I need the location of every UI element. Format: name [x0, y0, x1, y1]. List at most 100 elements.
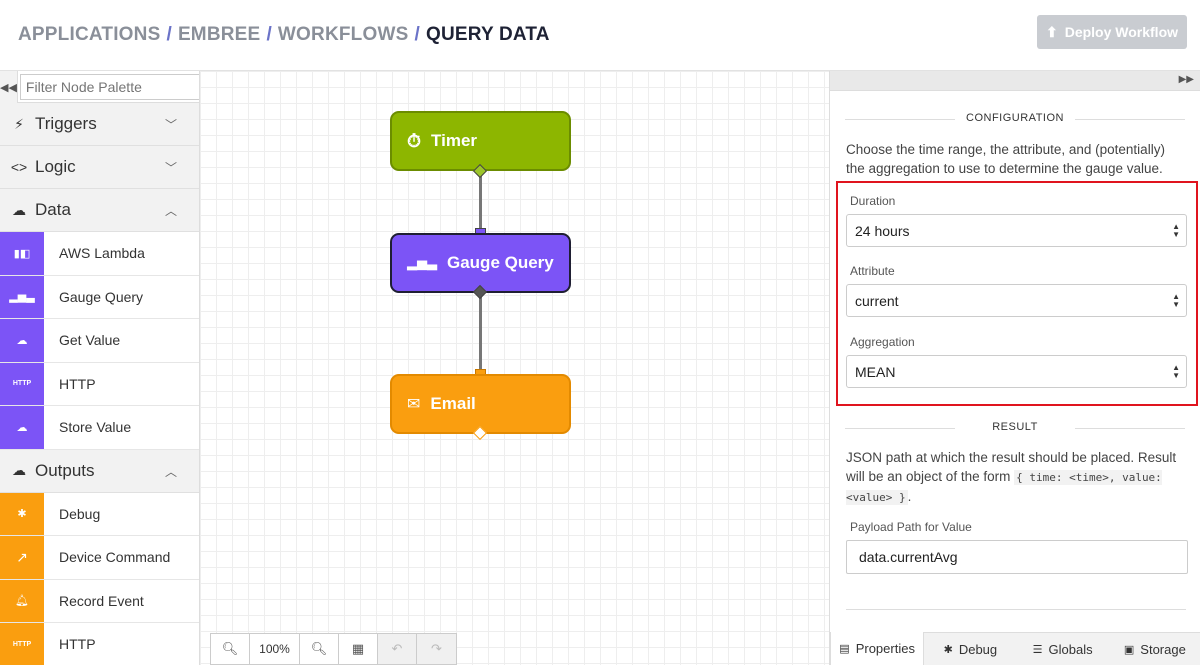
breadcrumb-workflows[interactable]: WORKFLOWS	[278, 24, 409, 46]
palette-item-http[interactable]: HTTP HTTP	[0, 362, 199, 406]
panel-tabs: ▤ Properties ✱ Debug ☰ Globals ▣ Storage	[830, 632, 1200, 665]
redo-icon[interactable]: ↷	[417, 634, 456, 664]
stopwatch-icon: ⏱︎	[407, 130, 422, 151]
palette-item-label: AWS Lambda	[59, 245, 145, 262]
palette-item-device-command[interactable]: ↗ Device Command	[0, 536, 199, 580]
breadcrumb: APPLICATIONS / EMBREE / WORKFLOWS / QUER…	[18, 24, 550, 46]
chevron-up-icon: ︿	[164, 204, 177, 218]
deploy-workflow-button[interactable]: ⬆ Deploy Workflow	[1037, 15, 1187, 49]
duration-select-value: 24 hours	[855, 222, 910, 239]
storage-icon: ▣	[1123, 643, 1135, 656]
filter-node-palette-input[interactable]	[19, 74, 199, 100]
palette-item-gauge-query[interactable]: ▂▅▃ Gauge Query	[0, 275, 199, 319]
tab-label: Debug	[958, 641, 998, 657]
workflow-node-label: Gauge Query	[447, 253, 554, 272]
select-arrows-icon: ▲ ▼	[1172, 363, 1180, 380]
duration-label: Duration	[850, 194, 896, 208]
category-outputs-label: Outputs	[35, 460, 95, 480]
payload-path-value: data.currentAvg	[859, 549, 958, 565]
chevron-down-icon: ﹀	[164, 161, 177, 175]
bell-icon: 🔔︎	[0, 579, 44, 622]
connector-gauge-email	[479, 293, 482, 376]
panel-header: ▶▶	[830, 71, 1200, 91]
chevron-down-icon: ﹀	[164, 118, 177, 132]
palette-item-record-event[interactable]: 🔔︎ Record Event	[0, 579, 199, 623]
workflow-canvas[interactable]: ⏱︎ Timer ▂▅▃ Gauge Query ✉ Email 🔍︎ 100%…	[200, 71, 829, 665]
connector-timer-gauge	[479, 171, 482, 235]
tab-globals[interactable]: ☰ Globals	[1017, 633, 1109, 665]
zoom-toolbar: 🔍︎ 100% 🔍︎ ▦ ↶ ↷	[210, 633, 457, 665]
palette-item-label: Record Event	[59, 592, 144, 609]
palette-item-label: Get Value	[59, 332, 121, 349]
bar-chart-icon: ▂▅▃	[0, 275, 44, 318]
payload-path-input[interactable]: data.currentAvg	[846, 540, 1188, 574]
palette-item-get-value[interactable]: ☁ Get Value	[0, 319, 199, 363]
document-icon: ▤	[839, 643, 850, 655]
duration-select[interactable]: 24 hours ▲ ▼	[846, 214, 1187, 247]
attribute-select[interactable]: current ▲ ▼	[846, 284, 1187, 317]
properties-panel: ▶▶ CONFIGURATION Choose the time range, …	[829, 71, 1200, 665]
category-data[interactable]: ☁ Data ︿	[0, 189, 199, 232]
palette-item-debug[interactable]: ✱ Debug	[0, 492, 199, 536]
workflow-node-timer[interactable]: ⏱︎ Timer	[390, 111, 571, 171]
payload-path-label: Payload Path for Value	[850, 520, 972, 534]
workflow-node-label: Timer	[431, 131, 478, 150]
select-arrows-icon: ▲ ▼	[1172, 292, 1180, 309]
zoom-in-icon[interactable]: 🔍︎	[300, 634, 339, 664]
tab-label: Storage	[1140, 641, 1186, 657]
collapse-panel-icon[interactable]: ▶▶	[1179, 74, 1194, 85]
breadcrumb-separator: /	[166, 24, 172, 45]
workflow-node-label: Email	[430, 394, 476, 413]
bar-chart-icon: ▂▅▃	[407, 255, 437, 270]
configuration-description: Choose the time range, the attribute, an…	[846, 142, 1165, 176]
http-icon: HTTP	[0, 623, 44, 665]
top-bar: APPLICATIONS / EMBREE / WORKFLOWS / QUER…	[0, 0, 1200, 71]
arrow-up-right-icon: ↗	[0, 536, 44, 579]
code-icon: <>	[10, 159, 28, 175]
node-palette: ◀◀ ⚡ Triggers ﹀ <> Logic ﹀ ☁ Data ︿ ▮◧ A…	[0, 71, 200, 665]
chevron-up-icon: ︿	[164, 464, 177, 479]
upload-icon: ⬆	[1045, 23, 1058, 40]
category-triggers[interactable]: ⚡ Triggers ﹀	[0, 103, 199, 146]
category-logic[interactable]: <> Logic ﹀	[0, 146, 199, 189]
collapse-palette-icon[interactable]: ◀◀	[0, 71, 18, 103]
page-title: QUERY DATA	[425, 24, 550, 45]
palette-item-aws-lambda[interactable]: ▮◧ AWS Lambda	[0, 232, 199, 276]
attribute-label: Attribute	[850, 264, 895, 278]
palette-item-label: HTTP	[59, 636, 96, 653]
breadcrumb-separator: /	[266, 24, 272, 45]
breadcrumb-embree[interactable]: EMBREE	[178, 24, 261, 46]
undo-icon[interactable]: ↶	[378, 634, 417, 664]
configuration-section-title: CONFIGURATION	[845, 112, 1185, 124]
category-triggers-label: Triggers	[35, 114, 97, 133]
tab-properties[interactable]: ▤ Properties	[830, 632, 925, 665]
palette-item-http-output[interactable]: HTTP HTTP	[0, 623, 199, 665]
palette-item-label: Device Command	[59, 549, 171, 566]
cloud-download-icon: ☁	[12, 201, 26, 218]
category-outputs[interactable]: ☁ Outputs ︿	[0, 449, 199, 493]
list-icon: ☰	[1032, 643, 1043, 656]
aggregation-select[interactable]: MEAN ▲ ▼	[846, 355, 1187, 388]
tab-debug[interactable]: ✱ Debug	[924, 633, 1016, 665]
http-icon: HTTP	[0, 362, 44, 405]
tab-label: Globals	[1048, 641, 1093, 657]
cloud-download-icon: ☁	[0, 319, 44, 362]
cloud-upload-icon: ☁	[12, 462, 26, 478]
aggregation-select-value: MEAN	[855, 363, 896, 380]
zoom-out-icon[interactable]: 🔍︎	[211, 634, 250, 664]
aggregation-label: Aggregation	[850, 335, 915, 349]
bug-icon: ✱	[0, 492, 44, 535]
lightning-icon: ⚡	[14, 115, 24, 132]
attribute-select-value: current	[855, 292, 899, 309]
tab-storage[interactable]: ▣ Storage	[1109, 633, 1200, 665]
divider	[846, 609, 1186, 610]
category-logic-label: Logic	[35, 157, 76, 176]
workflow-node-email[interactable]: ✉ Email	[390, 374, 571, 434]
palette-item-label: Store Value	[59, 419, 132, 436]
breadcrumb-applications[interactable]: APPLICATIONS	[18, 24, 160, 46]
palette-item-store-value[interactable]: ☁ Store Value	[0, 406, 199, 450]
lambda-icon: ▮◧	[0, 232, 44, 275]
palette-item-label: Gauge Query	[59, 288, 144, 305]
grid-icon[interactable]: ▦	[339, 634, 378, 664]
workflow-node-gauge-query[interactable]: ▂▅▃ Gauge Query	[390, 233, 571, 293]
